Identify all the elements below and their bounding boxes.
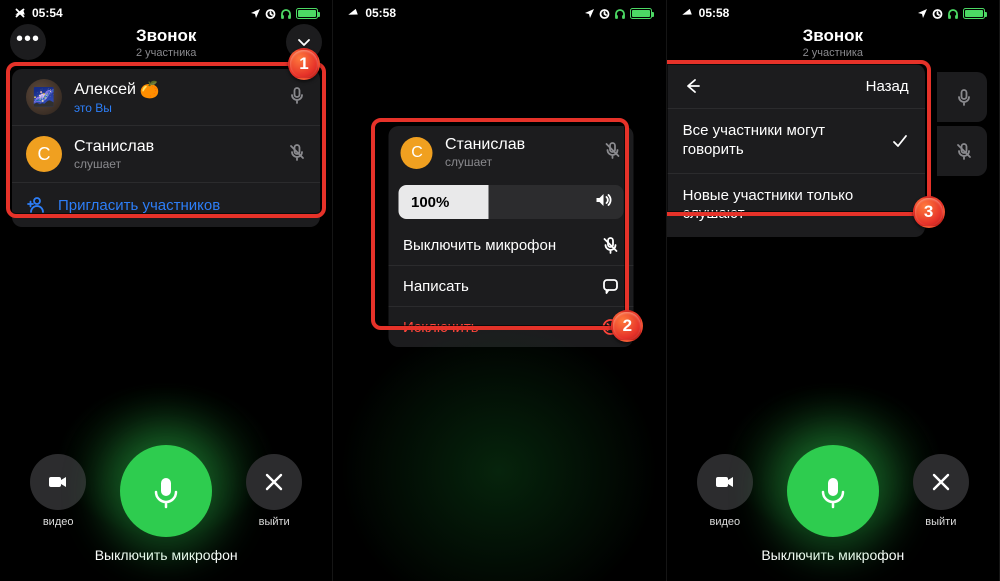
mic-icon [148,473,184,509]
call-subtitle: 2 участника [0,47,332,59]
call-title: Звонок [0,26,332,46]
mic-icon [288,86,306,109]
step-badge-3: 3 [913,196,945,228]
participant-status: слушает [445,155,525,169]
headphones-icon [280,8,292,19]
context-menu-header: С Станислав слушает [389,126,634,179]
speaker-icon [594,191,612,214]
video-label: видео [709,516,740,528]
participant-status: это Вы [74,101,160,115]
headphones-icon [947,8,959,19]
check-icon [891,132,909,150]
option-new-listen-only[interactable]: Новые участники только слушают [667,174,925,238]
airplane-mode-icon [14,7,26,19]
call-controls: видео выйти Выключить микрофон [667,445,999,563]
status-time: 05:58 [699,6,730,20]
remove-participant-button[interactable]: Исключить [389,306,634,347]
call-controls: видео выйти Выключить микрофон [0,445,332,563]
volume-value: 100% [399,194,449,211]
mic-muted-icon [288,143,306,166]
screenshot-panel-2: 05:58 С Станислав слушает 100% [333,0,666,581]
status-bar: 05:58 [333,0,665,26]
invite-participants-button[interactable]: Пригласить участников [12,183,320,227]
location-icon [584,8,595,19]
option-label: Новые участники только слушают [683,187,909,225]
step-badge-2: 2 [611,310,643,342]
participant-row[interactable]: С Станислав слушает [12,126,320,183]
invite-label: Пригласить участников [58,197,220,214]
mic-muted-icon [604,141,622,164]
alarm-icon [932,8,943,19]
exit-button[interactable] [913,454,969,510]
mic-toggle-button[interactable] [787,445,879,537]
exit-label: выйти [259,516,290,528]
close-icon [263,471,285,493]
mic-toggle-button[interactable] [120,445,212,537]
ctx-label: Исключить [403,319,479,336]
battery-icon [296,8,318,19]
participant-name: Станислав [74,138,154,156]
more-button[interactable]: ••• [10,24,46,60]
video-button[interactable] [697,454,753,510]
mic-toggle-label: Выключить микрофон [95,547,238,563]
mic-muted-icon [955,142,973,160]
call-header: ••• Звонок 2 участника [0,26,332,65]
mic-icon [955,88,973,106]
battery-icon [963,8,985,19]
mute-participant-button[interactable]: Выключить микрофон [389,225,634,265]
ctx-label: Выключить микрофон [403,237,556,254]
mic-muted-icon [602,236,620,254]
participants-card: 🌌 Алексей🍊 это Вы С Станислав слушает [12,69,320,227]
close-icon [930,471,952,493]
avatar: С [26,136,62,172]
alarm-icon [265,8,276,19]
back-label: Назад [866,78,909,95]
exit-button[interactable] [246,454,302,510]
call-title: Звонок [667,26,999,46]
location-icon [917,8,928,19]
avatar: С [401,137,433,169]
background-rows [937,72,987,180]
add-user-icon [26,195,46,215]
headphones-icon [614,8,626,19]
participant-name: Станислав [445,136,525,154]
camera-icon [713,470,737,494]
airplane-mode-icon [681,7,693,19]
call-header: Звонок 2 участника [667,26,999,65]
glow-effect [339,321,659,581]
video-label: видео [43,516,74,528]
status-bar: 05:58 [667,0,999,26]
airplane-mode-icon [347,7,359,19]
speaking-permissions-menu: Назад Все участники могут говорить Новые… [667,64,925,237]
participant-status: слушает [74,157,154,171]
status-bar: 05:54 [0,0,332,26]
chat-icon [602,277,620,295]
ctx-label: Написать [403,278,469,295]
screenshot-panel-3: 05:58 Звонок 2 участника Назад Все участ… [667,0,1000,581]
location-icon [250,8,261,19]
screenshot-panel-1: 05:54 ••• Звонок 2 участника 🌌 Алексей🍊 … [0,0,333,581]
option-label: Все участники могут говорить [683,122,881,160]
status-time: 05:54 [32,6,63,20]
alarm-icon [599,8,610,19]
video-button[interactable] [30,454,86,510]
back-button[interactable]: Назад [667,64,925,109]
call-subtitle: 2 участника [667,47,999,59]
participant-name: Алексей🍊 [74,80,160,100]
participant-row-self[interactable]: 🌌 Алексей🍊 это Вы [12,69,320,126]
mic-toggle-label: Выключить микрофон [761,547,904,563]
battery-icon [630,8,652,19]
arrow-left-icon [683,77,701,95]
camera-icon [46,470,70,494]
status-time: 05:58 [365,6,396,20]
exit-label: выйти [925,516,956,528]
step-badge-1: 1 [288,48,320,80]
avatar: 🌌 [26,79,62,115]
participant-context-menu: С Станислав слушает 100% Выключить микро… [389,126,634,347]
option-all-can-speak[interactable]: Все участники могут говорить [667,109,925,174]
message-participant-button[interactable]: Написать [389,265,634,306]
mic-icon [815,473,851,509]
volume-slider[interactable]: 100% [399,185,624,219]
